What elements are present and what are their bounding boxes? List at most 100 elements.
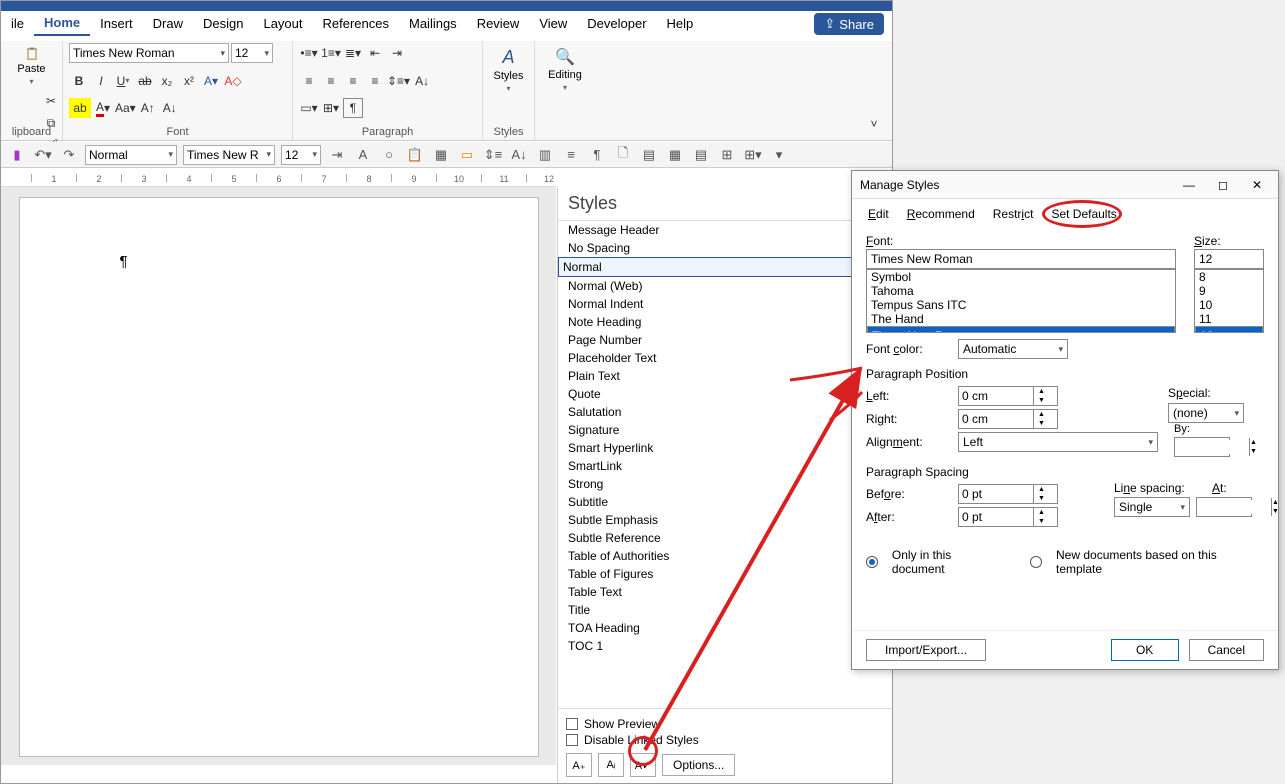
clear-formatting-button[interactable]: A◇ [223, 71, 243, 91]
dialog-tab-recommend[interactable]: Recommend [905, 205, 977, 223]
font-listbox[interactable]: SymbolTahomaTempus Sans ITCThe HandTimes… [866, 269, 1176, 333]
style-item[interactable]: No Spacing¶ [558, 239, 892, 257]
cut-button[interactable]: ✂ [41, 91, 61, 111]
style-item[interactable]: TOC 1¶ [558, 637, 892, 655]
style-item[interactable]: TOA Heading¶ [558, 619, 892, 637]
qat-break-icon[interactable]: ▤ [639, 145, 659, 165]
bold-button[interactable]: B [69, 71, 89, 91]
at-spinner[interactable]: ▲▼ [1196, 497, 1252, 517]
font-color-select[interactable]: Automatic▾ [958, 339, 1068, 359]
style-item[interactable]: Signature¶a [558, 421, 892, 439]
show-marks-button[interactable]: ¶ [343, 98, 363, 118]
style-item[interactable]: Smart Hyperlinka [558, 439, 892, 457]
by-spinner[interactable]: ▲▼ [1174, 437, 1230, 457]
tab-design[interactable]: Design [193, 12, 253, 35]
close-button[interactable]: ✕ [1244, 178, 1270, 192]
font-option[interactable]: Tempus Sans ITC [867, 298, 1175, 312]
italic-button[interactable]: I [91, 71, 111, 91]
qat-pilcrow-icon[interactable]: ¶ [587, 145, 607, 165]
qat-sort-icon[interactable]: A↓ [509, 145, 529, 165]
after-spinner[interactable]: ▲▼ [958, 507, 1058, 527]
subscript-button[interactable]: x₂ [157, 71, 177, 91]
size-option[interactable]: 8 [1195, 270, 1263, 284]
text-effects-button[interactable]: A▾ [201, 71, 221, 91]
redo-button[interactable]: ↷ [59, 145, 79, 165]
styles-gallery-button[interactable]: A Styles ▾ [489, 43, 528, 97]
tab-insert[interactable]: Insert [90, 12, 143, 35]
font-option[interactable]: Times New Roman [867, 326, 1175, 333]
qat-shape-icon[interactable]: ▭ [457, 145, 477, 165]
qat-spacing-icon[interactable]: ⇕≡ [483, 145, 503, 165]
dialog-tab-set-defaults[interactable]: Set Defaults [1049, 205, 1118, 223]
change-case-button[interactable]: Aa▾ [115, 98, 136, 118]
qat-list-icon[interactable]: ≡ [561, 145, 581, 165]
superscript-button[interactable]: x² [179, 71, 199, 91]
font-size-combo[interactable]: 12▾ [231, 43, 273, 63]
increase-indent-button[interactable]: ⇥ [387, 43, 407, 63]
ribbon-collapse-button[interactable]: ˅ [864, 114, 884, 134]
before-spinner[interactable]: ▲▼ [958, 484, 1058, 504]
font-option[interactable]: Symbol [867, 270, 1175, 284]
style-item[interactable]: Subtitle¶a [558, 493, 892, 511]
special-select[interactable]: (none)▾ [1168, 403, 1244, 423]
font-color-button[interactable]: A▾ [93, 98, 113, 118]
paste-button[interactable]: Paste ▾ [7, 43, 56, 90]
qat-marker-icon[interactable]: ▮ [7, 145, 27, 165]
style-item[interactable]: Title¶a [558, 601, 892, 619]
tab-mailings[interactable]: Mailings [399, 12, 467, 35]
qat-doc-icon[interactable]: ▤ [691, 145, 711, 165]
justify-button[interactable]: ≡ [365, 71, 385, 91]
align-center-button[interactable]: ≡ [321, 71, 341, 91]
style-item[interactable]: SmartLinka [558, 457, 892, 475]
only-this-document-radio[interactable] [866, 556, 878, 568]
font-input[interactable]: Times New Roman [866, 249, 1176, 269]
qat-image-icon[interactable]: ▦ [431, 145, 451, 165]
underline-button[interactable]: U▾ [113, 71, 133, 91]
style-item[interactable]: Normal (Web)¶ [558, 277, 892, 295]
document-page[interactable]: ¶ [19, 197, 539, 757]
style-item[interactable]: Stronga [558, 475, 892, 493]
qat-indent-icon[interactable]: ⇥ [327, 145, 347, 165]
tab-review[interactable]: Review [467, 12, 530, 35]
manage-styles-button[interactable]: A✓ [630, 753, 656, 777]
size-option[interactable]: 10 [1195, 298, 1263, 312]
font-family-combo[interactable]: Times New Roman▾ [69, 43, 229, 63]
qat-layout-icon[interactable]: ⊞ [717, 145, 737, 165]
styles-list[interactable]: Message Header¶aNo Spacing¶Normal¶Normal… [558, 221, 892, 708]
decrease-indent-button[interactable]: ⇤ [365, 43, 385, 63]
right-indent-spinner[interactable]: ▲▼ [958, 409, 1058, 429]
style-item[interactable]: Page Numbera [558, 331, 892, 349]
style-item[interactable]: Table of Authorities¶ [558, 547, 892, 565]
strikethrough-button[interactable]: ab [135, 71, 155, 91]
show-preview-checkbox[interactable]: Show Preview [566, 717, 884, 731]
style-item[interactable]: Salutation¶a [558, 403, 892, 421]
new-documents-radio[interactable] [1030, 556, 1042, 568]
qat-page-icon[interactable]: 🗋 [613, 145, 633, 165]
qat-size-combo[interactable]: 12▾ [281, 145, 321, 165]
ok-button[interactable]: OK [1111, 639, 1179, 661]
qat-more-icon[interactable]: ▾ [769, 145, 789, 165]
tab-draw[interactable]: Draw [143, 12, 193, 35]
qat-style-combo[interactable]: Normal▾ [85, 145, 177, 165]
style-item[interactable]: Table of Figures¶ [558, 565, 892, 583]
style-item[interactable]: Quote¶a [558, 385, 892, 403]
style-inspector-button[interactable]: Aᵢ [598, 753, 624, 777]
line-spacing-select[interactable]: Single▾ [1114, 497, 1190, 517]
style-item[interactable]: Table Text¶ [558, 583, 892, 601]
styles-options-button[interactable]: Options... [662, 754, 735, 776]
style-item[interactable]: Normal¶ [558, 257, 892, 277]
tab-references[interactable]: References [313, 12, 399, 35]
font-option[interactable]: Tahoma [867, 284, 1175, 298]
align-right-button[interactable]: ≡ [343, 71, 363, 91]
borders-button[interactable]: ⊞▾ [321, 98, 341, 118]
tab-home[interactable]: Home [34, 11, 90, 36]
bullets-button[interactable]: •≡▾ [299, 43, 319, 63]
style-item[interactable]: Placeholder Texta [558, 349, 892, 367]
editing-button[interactable]: 🔍 Editing ▾ [541, 43, 589, 96]
alignment-select[interactable]: Left▾ [958, 432, 1158, 452]
minimize-button[interactable]: — [1176, 178, 1202, 192]
horizontal-ruler[interactable]: 123456789101112 [1, 169, 556, 187]
qat-grid-icon[interactable]: ▦ [665, 145, 685, 165]
size-option[interactable]: 9 [1195, 284, 1263, 298]
maximize-button[interactable]: ◻ [1210, 178, 1236, 192]
